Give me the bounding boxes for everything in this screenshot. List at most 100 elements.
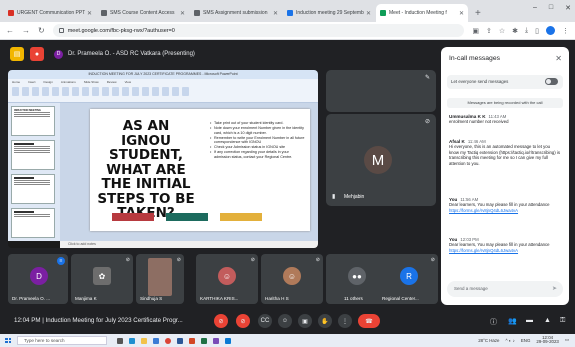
more-options-button[interactable]: ⋮ [338, 314, 352, 328]
info-icon[interactable]: ⓘ [490, 317, 497, 327]
people-icon[interactable]: 👥 [508, 317, 517, 325]
message-sender: You [449, 237, 458, 242]
message-link[interactable]: https://forms.gle/rv8jnQ4dL6Jwa4vA [449, 208, 561, 213]
maximize-button[interactable]: □ [549, 4, 553, 12]
host-controls-icon[interactable]: ⚿ [560, 317, 565, 325]
group-avatars-icon: ●● [348, 267, 366, 285]
file-explorer-icon[interactable] [141, 337, 147, 344]
clock[interactable]: 12:04 29-09-2023 [536, 335, 558, 345]
chat-message: You 12:03 PM Dear learners, You may pleas… [449, 237, 561, 253]
participant-tile[interactable]: ☺ ⊘ Haritha H S [261, 254, 323, 304]
activities-icon[interactable]: ▲ [544, 317, 551, 324]
slide-area: AS AN IGNOU STUDENT, WHAT ARE THE INITIA… [60, 103, 318, 241]
browser-tab[interactable]: Induction meeting 29 Septemb ✕ [283, 4, 375, 22]
message-sender: Ummusalma K K [449, 114, 486, 119]
present-button[interactable]: ▣ [298, 314, 312, 328]
participant-name: Haritha H S [265, 296, 289, 301]
edge-icon[interactable] [129, 337, 135, 344]
close-window-button[interactable]: ✕ [565, 4, 571, 12]
notification-icon[interactable]: ▭ [565, 337, 569, 343]
mic-off-button[interactable]: ⊘ [214, 314, 228, 328]
meet-control-bar: 12:04 PM | Induction Meeting for July 20… [0, 308, 575, 334]
tab-label: URGENT Communication PPTs [17, 10, 85, 16]
notes-pane[interactable]: Click to add notes [60, 241, 318, 248]
participant-name: Dr. Prameela O. ... [12, 296, 51, 301]
ribbon-tab: Animations [60, 80, 76, 84]
message-link[interactable]: https://forms.gle/rv8jnQ4dL6Jwa4vA [449, 248, 561, 253]
reload-icon[interactable]: ↻ [38, 26, 45, 35]
windows-start-icon[interactable] [5, 337, 11, 344]
app-icon[interactable] [213, 337, 219, 344]
chat-title: In-call messages [449, 55, 500, 62]
ribbon-tool-icon [142, 87, 149, 96]
captions-button[interactable]: CC [258, 314, 272, 328]
chat-permission-toggle[interactable] [545, 78, 558, 85]
close-icon[interactable]: ✕ [87, 10, 92, 17]
raise-hand-button[interactable]: ✋ [318, 314, 332, 328]
new-tab-button[interactable]: + [475, 8, 481, 19]
download-icon[interactable]: ⤓ [525, 27, 528, 35]
slide-bullet: If any correction regarding your details… [210, 150, 306, 159]
stop-presenting-icon[interactable]: ● [30, 47, 44, 61]
presentation-icon[interactable]: ▤ [10, 47, 24, 61]
close-icon[interactable]: ✕ [366, 10, 371, 17]
close-icon[interactable]: ✕ [555, 54, 562, 63]
participant-tile[interactable]: D ≡ Dr. Prameela O. ... [8, 254, 68, 304]
tab-favicon-icon [101, 10, 107, 16]
send-icon[interactable]: ➤ [552, 285, 557, 292]
browser-tabstrip: URGENT Communication PPTs ✕ SMS Course C… [0, 0, 575, 22]
close-icon[interactable]: ✕ [459, 10, 464, 17]
ribbon-tool-icon [102, 87, 109, 96]
word-icon[interactable] [177, 337, 183, 344]
message-time: 11:56 AM [460, 197, 479, 202]
profile-avatar[interactable] [546, 26, 555, 35]
tab-label: Meet - Induction Meeting f [389, 10, 447, 16]
camera-indicator-icon[interactable]: ▣ [472, 27, 479, 35]
chrome-icon[interactable] [165, 337, 171, 344]
browser-tab[interactable]: SMS Course Content Access ✕ [97, 4, 189, 22]
emoji-button[interactable]: ☺ [278, 314, 292, 328]
minimize-button[interactable]: – [533, 4, 537, 12]
participant-tile[interactable]: ✿ ⊘ Manjima K [71, 254, 133, 304]
camera-off-button[interactable]: ⊘ [236, 314, 250, 328]
mic-off-icon: ⊘ [430, 257, 435, 263]
extensions-icon[interactable]: ✱ [512, 27, 518, 35]
ppt-window-title: INDUCTION MEETING FOR JULY 2023 CERTIFIC… [8, 70, 318, 79]
avatar: D [30, 267, 48, 285]
powerpoint-icon[interactable] [189, 337, 195, 344]
close-icon[interactable]: ✕ [273, 10, 278, 17]
back-icon[interactable]: ← [6, 26, 14, 35]
task-view-icon[interactable] [117, 337, 123, 344]
language-indicator[interactable]: ENG [521, 338, 531, 343]
system-tray: 28°C Haze ^ ◐ ♪ ENG 12:04 29-09-2023 ▭ [478, 335, 569, 345]
sidepanel-icon[interactable]: ▯ [535, 27, 539, 35]
participant-tile[interactable]: ☺ ⊘ KARTHIKA KRIS... [196, 254, 258, 304]
chat-input[interactable]: Send a message ➤ [447, 281, 563, 297]
participant-tile-empty: ✎ [326, 70, 436, 112]
tray-icons[interactable]: ^ ◐ ♪ [506, 338, 515, 343]
app-icon[interactable] [225, 337, 231, 344]
store-icon[interactable] [153, 337, 159, 344]
taskbar-search-input[interactable]: Type here to search [17, 336, 107, 345]
ribbon-tool-icon [92, 87, 99, 96]
chat-icon[interactable]: ▬ [526, 317, 533, 324]
menu-icon[interactable]: ⋮ [562, 27, 569, 35]
pin-icon[interactable]: ✎ [425, 74, 430, 81]
participant-tile[interactable]: ⊘ Sindhuja S [136, 254, 184, 304]
tab-label: SMS Assignment submission [203, 10, 268, 16]
excel-icon[interactable] [201, 337, 207, 344]
pin-icon[interactable]: ▮ [332, 193, 335, 200]
bookmark-star-icon[interactable]: ☆ [499, 27, 505, 35]
browser-tab[interactable]: URGENT Communication PPTs ✕ [4, 4, 96, 22]
close-icon[interactable]: ✕ [180, 10, 185, 17]
share-icon[interactable]: ⇪ [486, 27, 492, 35]
end-call-button[interactable]: ☎ [358, 314, 380, 328]
browser-tab[interactable]: SMS Assignment submission ✕ [190, 4, 282, 22]
forward-icon[interactable]: → [22, 26, 30, 35]
participant-tile[interactable]: R ⊘ Regional Center... [378, 254, 438, 304]
ribbon-tool-icon [72, 87, 79, 96]
browser-tab-active[interactable]: Meet - Induction Meeting f ✕ [376, 4, 468, 22]
slide-color-bars [112, 213, 262, 221]
url-field[interactable]: meet.google.com/fbc-pksg-rwx/?authuser=0 [52, 24, 465, 37]
mic-off-icon: ⊘ [315, 257, 320, 263]
